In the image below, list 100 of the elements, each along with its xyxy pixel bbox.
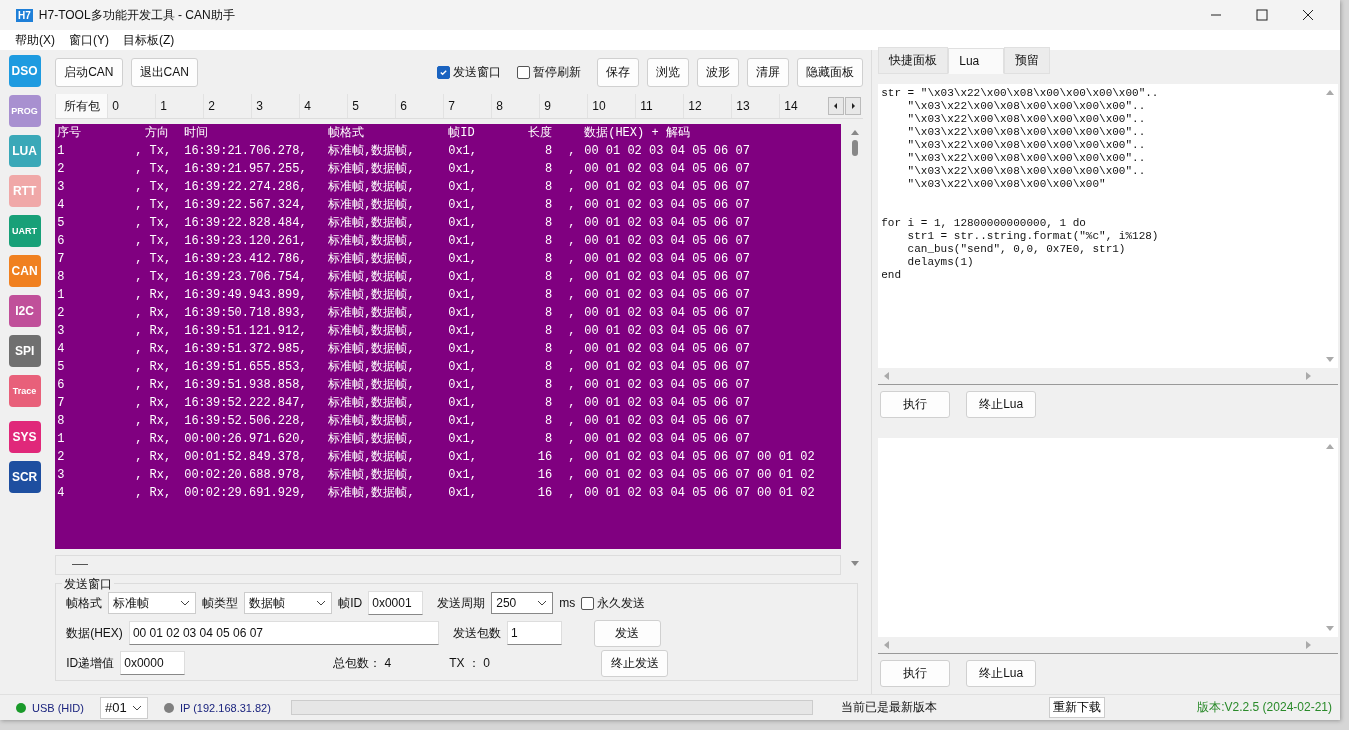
- scrollbar-thumb[interactable]: [851, 140, 858, 156]
- period-select[interactable]: 250: [491, 592, 554, 614]
- log-cell-text: 5: [56, 215, 66, 232]
- count-field[interactable]: 1: [506, 621, 562, 645]
- scroll-down-icon[interactable]: [1325, 356, 1336, 364]
- log-cell-text: 16: [536, 467, 553, 484]
- scroll-left-icon[interactable]: [882, 371, 891, 381]
- log-cell-text: 8: [544, 143, 553, 160]
- log-cell-text: 0x1,: [448, 395, 478, 412]
- menu-item[interactable]: 窗口(Y): [69, 31, 109, 49]
- checkbox[interactable]: [517, 65, 531, 79]
- log-cell-text: 16:39:52.222.847,: [184, 395, 308, 412]
- maximize-icon[interactable]: [1256, 9, 1268, 21]
- log-cell-text: ,: [568, 359, 577, 376]
- log-cell-text: 1: [56, 431, 66, 448]
- log-cell-text: ,: [568, 485, 577, 502]
- redownload-button[interactable]: 重新下载: [1048, 697, 1105, 718]
- scroll-right-icon[interactable]: [845, 97, 862, 115]
- log-cell-text: 16:39:52.506.228,: [184, 413, 308, 430]
- panel-tab[interactable]: 预留: [1004, 47, 1051, 74]
- tool-button[interactable]: SYS: [8, 421, 41, 453]
- lua-button[interactable]: 终止Lua: [966, 660, 1037, 687]
- log-cell-text: 标准帧,数据帧,: [328, 449, 416, 466]
- lua-button[interactable]: 终止Lua: [966, 391, 1037, 418]
- log-cell-text: 0x1,: [448, 179, 478, 196]
- log-cell-text: 00 01 02 03 04 05 06 07 00 01 02: [584, 485, 815, 502]
- log-cell-text: 标准帧,数据帧,: [328, 323, 416, 340]
- caret-icon: [316, 600, 327, 606]
- toolbar-button[interactable]: 浏览: [647, 57, 690, 87]
- panel-tab[interactable]: Lua: [948, 48, 1005, 74]
- id-increment-field[interactable]: 0x0000: [120, 651, 186, 675]
- log-cell-text: 标准帧,数据帧,: [328, 143, 416, 160]
- log-cell-text: 16:39:23.412.786,: [184, 251, 308, 268]
- scroll-left-icon[interactable]: [828, 97, 845, 115]
- log-cell-text: 标准帧,数据帧,: [328, 161, 416, 178]
- frame-format-select[interactable]: 标准帧: [108, 592, 197, 614]
- code-line: "\x03\x22\x00\x08\x00\x00\x00\x00"..: [906, 139, 1146, 151]
- channel-tab[interactable]: 所有包: [55, 94, 108, 118]
- panel-tab[interactable]: 快捷面板: [878, 47, 949, 74]
- toolbar-button[interactable]: 清屏: [747, 57, 790, 87]
- code-line: "\x03\x22\x00\x08\x00\x00\x00\x00"..: [906, 100, 1146, 112]
- log-cell-text: 8: [544, 323, 553, 340]
- lua-button[interactable]: 执行: [880, 391, 951, 418]
- lua-button[interactable]: 执行: [880, 660, 951, 687]
- log-cell-text: ,: [568, 179, 577, 196]
- checkbox[interactable]: [437, 65, 451, 79]
- log-cell-text: 16:39:49.943.899,: [184, 287, 308, 304]
- horizontal-scrollbar[interactable]: [55, 555, 842, 575]
- tool-button[interactable]: SCR: [8, 461, 41, 493]
- menu-item[interactable]: 目标板(Z): [123, 31, 175, 49]
- log-cell-text: , Rx,: [135, 449, 173, 466]
- frame-type-select[interactable]: 数据帧: [244, 592, 333, 614]
- data-field[interactable]: 00 01 02 03 04 05 06 07: [128, 621, 439, 645]
- frame-id-field[interactable]: 0x0001: [368, 591, 424, 615]
- log-cell-text: 6: [56, 377, 66, 394]
- log-cell-text: 8: [544, 161, 553, 178]
- code-editor[interactable]: [878, 84, 1339, 385]
- log-cell-text: 8: [544, 377, 553, 394]
- version-text: 版本:V2.2.5 (2024-02-21): [1197, 699, 1332, 716]
- scroll-up-icon[interactable]: [1325, 442, 1336, 450]
- log-cell-text: ,: [568, 395, 577, 412]
- app-logo: H7: [16, 8, 33, 22]
- toolbar-button[interactable]: 保存: [597, 57, 640, 87]
- menu-item[interactable]: 帮助(X): [15, 31, 55, 49]
- column-header: 帧格式: [328, 125, 366, 142]
- scroll-down-icon[interactable]: [849, 560, 860, 568]
- checkbox[interactable]: [581, 596, 595, 610]
- toolbar-button[interactable]: 退出CAN: [130, 57, 198, 87]
- log-cell-text: 8: [544, 305, 553, 322]
- log-cell-text: , Rx,: [135, 359, 173, 376]
- log-cell-text: , Rx,: [135, 431, 173, 448]
- log-cell-text: 0x1,: [448, 467, 478, 484]
- log-cell-text: 00 01 02 03 04 05 06 07: [584, 161, 750, 178]
- scroll-up-icon[interactable]: [1325, 88, 1336, 96]
- log-cell-text: 8: [56, 269, 66, 286]
- tool-button[interactable]: I2C: [8, 295, 41, 327]
- toolbar-button[interactable]: 启动CAN: [55, 57, 123, 87]
- log-cell-text: 0x1,: [448, 413, 478, 430]
- scroll-up-icon[interactable]: [849, 128, 860, 136]
- log-cell-text: 16:39:51.121.912,: [184, 323, 308, 340]
- toolbar-button[interactable]: 波形: [697, 57, 740, 87]
- scroll-left-icon[interactable]: [882, 640, 891, 650]
- log-cell-text: 0x1,: [448, 143, 478, 160]
- close-icon[interactable]: [1302, 9, 1314, 21]
- toolbar-button[interactable]: 隐藏面板: [797, 57, 864, 87]
- log-cell-text: 标准帧,数据帧,: [328, 413, 416, 430]
- log-cell-text: 00 01 02 03 04 05 06 07 00 01 02: [584, 467, 815, 484]
- tool-button[interactable]: SPI: [8, 335, 41, 367]
- log-cell-text: , Tx,: [135, 197, 173, 214]
- code-line: "\x03\x22\x00\x08\x00\x00\x00\x00"..: [906, 152, 1146, 164]
- log-cell-text: 标准帧,数据帧,: [328, 485, 416, 502]
- log-cell-text: , Tx,: [135, 179, 173, 196]
- log-cell-text: 00 01 02 03 04 05 06 07: [584, 215, 750, 232]
- log-cell-text: 8: [544, 233, 553, 250]
- scroll-down-icon[interactable]: [1325, 625, 1336, 633]
- send-button[interactable]: 发送: [593, 619, 661, 647]
- log-cell-text: 16:39:50.718.893,: [184, 305, 308, 322]
- port-select[interactable]: #01: [99, 696, 148, 719]
- log-cell-text: 00:01:52.849.378,: [184, 449, 308, 466]
- stop-send-button[interactable]: 终止发送: [601, 649, 669, 677]
